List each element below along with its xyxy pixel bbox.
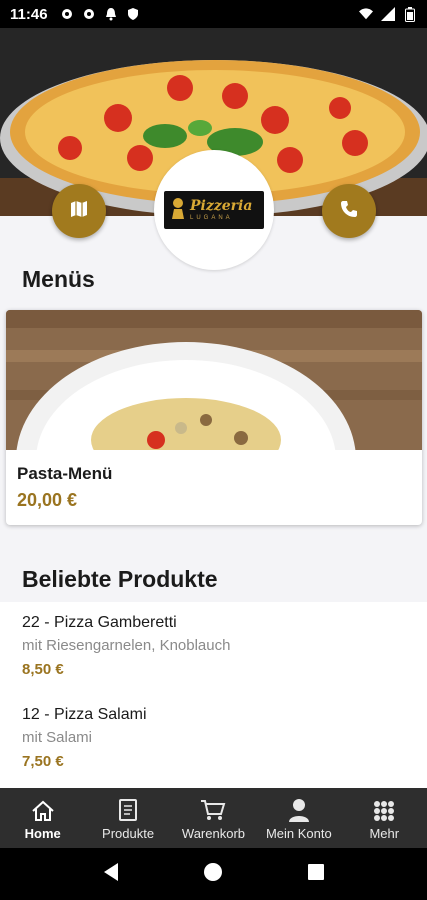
cart-icon	[200, 796, 226, 822]
tab-label: Warenkorb	[181, 825, 246, 841]
wifi-icon	[359, 7, 373, 21]
list-item[interactable]: 22 - Pizza Gamberetti mit Riesengarnelen…	[22, 614, 230, 678]
menu-card-title: Pasta-Menü	[17, 464, 113, 483]
logo-name: Pizzeria	[190, 198, 253, 214]
signal-icon	[381, 7, 395, 21]
tab-warenkorb[interactable]: Warenkorb	[171, 796, 256, 841]
product-name: 22 - Pizza Gamberetti	[22, 614, 177, 631]
menu-card-price: 20,00 €	[17, 490, 78, 510]
bell-icon	[104, 7, 118, 21]
tab-mein-konto[interactable]: Mein Konto	[256, 796, 341, 841]
person-icon	[288, 796, 310, 822]
back-icon[interactable]	[102, 862, 120, 887]
menu-book-icon	[118, 796, 138, 822]
product-name: 12 - Pizza Salami	[22, 706, 147, 723]
system-navigation-bar	[0, 848, 427, 900]
map-icon	[69, 199, 89, 224]
map-button[interactable]	[52, 184, 106, 238]
pizza-chef-icon	[170, 197, 186, 224]
tab-label: Mehr	[369, 825, 400, 841]
logo-badge: Pizzeria LUGANA	[164, 191, 264, 229]
home-icon	[31, 796, 55, 822]
pasta-image	[6, 310, 422, 525]
shield-icon	[126, 7, 140, 21]
restaurant-logo: Pizzeria LUGANA	[154, 150, 274, 270]
logo-subtitle: LUGANA	[190, 215, 233, 221]
bottom-tab-bar: Home Produkte Warenkorb Mein Konto Mehr	[0, 788, 427, 848]
product-description: mit Salami	[22, 729, 93, 746]
list-item[interactable]: 12 - Pizza Salami mit Salami 7,50 €	[22, 706, 147, 770]
home-circle-icon[interactable]	[203, 862, 223, 887]
recents-icon[interactable]	[307, 863, 325, 886]
menus-heading: Menüs	[22, 266, 95, 292]
product-price: 7,50 €	[22, 753, 64, 770]
tab-home[interactable]: Home	[0, 796, 85, 841]
settings-icon	[60, 7, 74, 21]
tab-produkte[interactable]: Produkte	[86, 796, 171, 841]
status-time: 11:46	[10, 5, 48, 23]
grid-icon	[373, 796, 395, 822]
settings-icon	[82, 7, 96, 21]
tab-label: Mein Konto	[265, 825, 332, 841]
product-description: mit Riesengarnelen, Knoblauch	[22, 637, 231, 654]
status-bar: 11:46	[0, 0, 427, 28]
tab-label: Produkte	[102, 825, 155, 841]
popular-products-heading: Beliebte Produkte	[22, 566, 218, 592]
phone-icon	[339, 199, 359, 224]
tab-mehr[interactable]: Mehr	[342, 796, 427, 841]
phone-button[interactable]	[322, 184, 376, 238]
tab-label: Home	[24, 825, 61, 841]
product-price: 8,50 €	[22, 661, 64, 678]
battery-icon	[403, 6, 417, 22]
